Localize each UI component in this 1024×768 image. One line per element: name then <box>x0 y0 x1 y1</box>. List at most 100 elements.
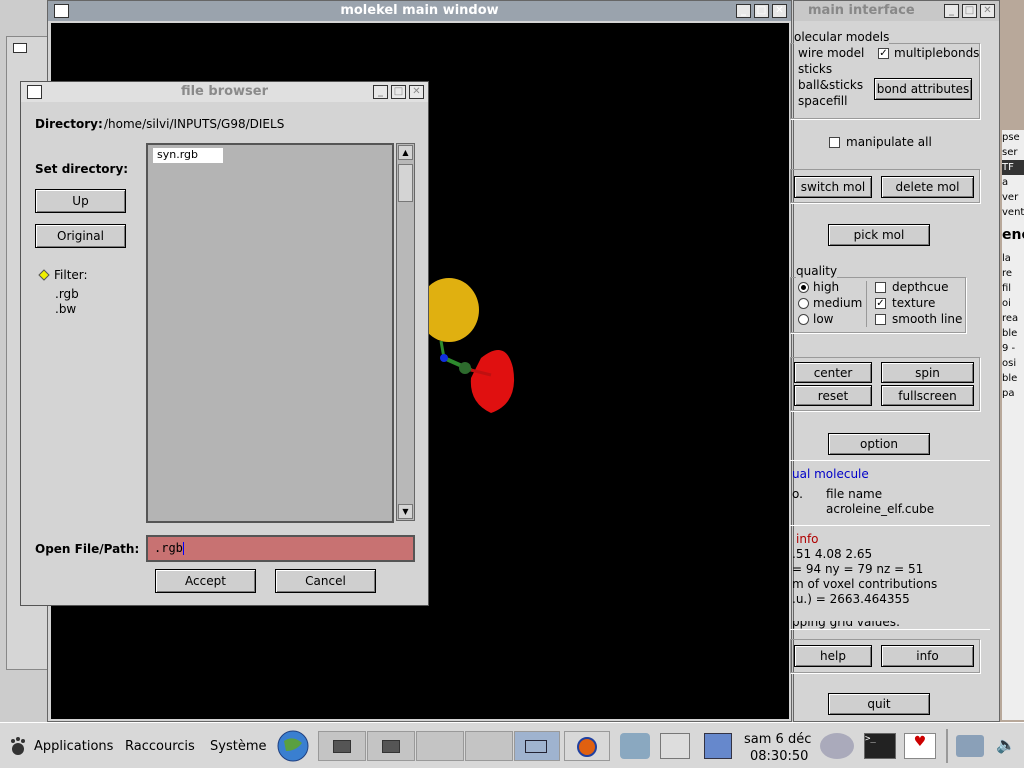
directory-label: Directory: <box>35 117 103 131</box>
set-directory-label: Set directory: <box>35 162 129 176</box>
file-browser-titlebar[interactable]: file browser _ □ ✕ <box>21 82 428 102</box>
accept-button[interactable]: Accept <box>155 569 256 593</box>
maximize-icon[interactable]: □ <box>962 4 977 18</box>
filter-option-rgb[interactable]: .rgb <box>55 287 79 301</box>
minimize-icon[interactable]: _ <box>736 4 751 18</box>
maximize-icon[interactable]: □ <box>754 4 769 18</box>
switch-mol-button[interactable]: switch mol <box>794 176 872 198</box>
close-icon[interactable]: ✕ <box>409 85 424 99</box>
bond-attributes-button[interactable]: bond attributes <box>874 78 972 100</box>
quit-button[interactable]: quit <box>828 693 930 715</box>
model-ballsticks[interactable]: ball&sticks <box>798 78 863 92</box>
window-menu-icon[interactable] <box>54 4 69 18</box>
option-button[interactable]: option <box>828 433 930 455</box>
texture-label: texture <box>892 296 936 310</box>
model-wire[interactable]: wire model <box>798 46 864 60</box>
up-button[interactable]: Up <box>35 189 126 213</box>
window-title: molekel main window <box>340 3 499 18</box>
quality-high-radio[interactable] <box>798 282 809 293</box>
quality-medium-label: medium <box>813 296 863 310</box>
quality-low-radio[interactable] <box>798 314 809 325</box>
clock-time[interactable]: 08:30:50 <box>750 749 808 764</box>
main-interface-titlebar[interactable]: main interface _ □ ✕ <box>794 1 999 21</box>
minimize-icon[interactable]: _ <box>373 85 388 99</box>
scroll-down-arrow-icon[interactable]: ▼ <box>398 504 413 519</box>
manipulate-all-checkbox[interactable] <box>829 137 840 148</box>
shortcuts-menu[interactable]: Raccourcis <box>125 739 195 754</box>
firefox-icon[interactable] <box>564 731 610 761</box>
delete-mol-button[interactable]: delete mol <box>881 176 974 198</box>
smooth-line-label: smooth line <box>892 312 963 326</box>
minimize-icon[interactable]: _ <box>944 4 959 18</box>
separator <box>790 460 990 461</box>
separator <box>790 629 990 630</box>
launcher-icon[interactable] <box>820 733 854 759</box>
scroll-up-arrow-icon[interactable]: ▲ <box>398 145 413 160</box>
window-title: file browser <box>180 84 269 99</box>
launcher-icon[interactable] <box>704 733 732 759</box>
filter-diamond-icon[interactable] <box>38 269 50 281</box>
smooth-line-checkbox[interactable] <box>875 314 886 325</box>
quality-divider <box>866 281 867 327</box>
window-menu-icon[interactable] <box>13 43 27 53</box>
info-line: .51 4.08 2.65 <box>792 547 873 561</box>
atom <box>459 362 471 374</box>
launcher-icon[interactable] <box>660 733 690 759</box>
depthcue-checkbox[interactable] <box>875 282 886 293</box>
taskbar-window-button[interactable] <box>318 731 366 761</box>
reset-button[interactable]: reset <box>794 385 872 406</box>
main-window-titlebar[interactable]: molekel main window _ □ ✕ <box>48 1 791 21</box>
info-line: .u.) = 2663.464355 <box>792 592 910 606</box>
model-sticks[interactable]: sticks <box>798 62 832 76</box>
scroll-thumb[interactable] <box>398 164 413 202</box>
molecular-models-legend: olecular models <box>794 30 890 44</box>
open-file-input[interactable]: .rgb <box>146 535 415 562</box>
window-menu-icon[interactable] <box>27 85 42 99</box>
tray-icon[interactable] <box>956 735 984 757</box>
applications-menu[interactable]: Applications <box>34 739 113 754</box>
quality-legend: quality <box>796 264 838 278</box>
info-button[interactable]: info <box>881 645 974 667</box>
open-file-label: Open File/Path: <box>35 542 140 556</box>
quality-high-label: high <box>813 280 840 294</box>
volume-icon[interactable]: 🔈 <box>996 735 1020 757</box>
system-menu[interactable]: Système <box>210 739 266 754</box>
center-button[interactable]: center <box>794 362 872 383</box>
file-list-scrollbar[interactable]: ▲ ▼ <box>396 143 415 521</box>
desktop-fragments: pse ser TF a ver vent ene la re fil oi r… <box>1002 130 1024 720</box>
text-cursor <box>182 542 184 555</box>
file-list[interactable]: syn.rgb <box>146 143 394 523</box>
spin-button[interactable]: spin <box>881 362 974 383</box>
workspace-switcher[interactable] <box>514 731 560 761</box>
filter-option-bw[interactable]: .bw <box>55 302 76 316</box>
globe-icon[interactable] <box>276 729 310 763</box>
close-icon[interactable]: ✕ <box>980 4 995 18</box>
info-heading: info <box>796 532 819 546</box>
file-list-item[interactable]: syn.rgb <box>153 148 223 163</box>
taskbar-window-button[interactable] <box>416 731 464 761</box>
cancel-button[interactable]: Cancel <box>275 569 376 593</box>
original-button[interactable]: Original <box>35 224 126 248</box>
file-name-value[interactable]: acroleine_elf.cube <box>826 502 934 516</box>
launcher-icon[interactable]: ♥ <box>904 733 936 759</box>
multiplebonds-checkbox[interactable]: ✓ <box>878 48 889 59</box>
maximize-icon[interactable]: □ <box>391 85 406 99</box>
terminal-icon[interactable]: >_ <box>864 733 896 759</box>
help-button[interactable]: help <box>794 645 872 667</box>
actual-molecule-heading: ual molecule <box>792 467 869 481</box>
red-lobe <box>470 350 515 413</box>
manipulate-all-label: manipulate all <box>846 135 932 149</box>
quality-medium-radio[interactable] <box>798 298 809 309</box>
pick-mol-button[interactable]: pick mol <box>828 224 930 246</box>
taskbar-window-button[interactable] <box>465 731 513 761</box>
model-spacefill[interactable]: spacefill <box>798 94 847 108</box>
launcher-icon[interactable] <box>620 733 650 759</box>
close-icon[interactable]: ✕ <box>772 4 787 18</box>
atom <box>440 354 448 362</box>
texture-checkbox[interactable]: ✓ <box>875 298 886 309</box>
taskbar-window-button[interactable] <box>367 731 415 761</box>
separator <box>790 525 990 526</box>
clock-date[interactable]: sam 6 déc <box>744 732 811 747</box>
fullscreen-button[interactable]: fullscreen <box>881 385 974 406</box>
gnome-foot-icon[interactable] <box>8 736 28 756</box>
